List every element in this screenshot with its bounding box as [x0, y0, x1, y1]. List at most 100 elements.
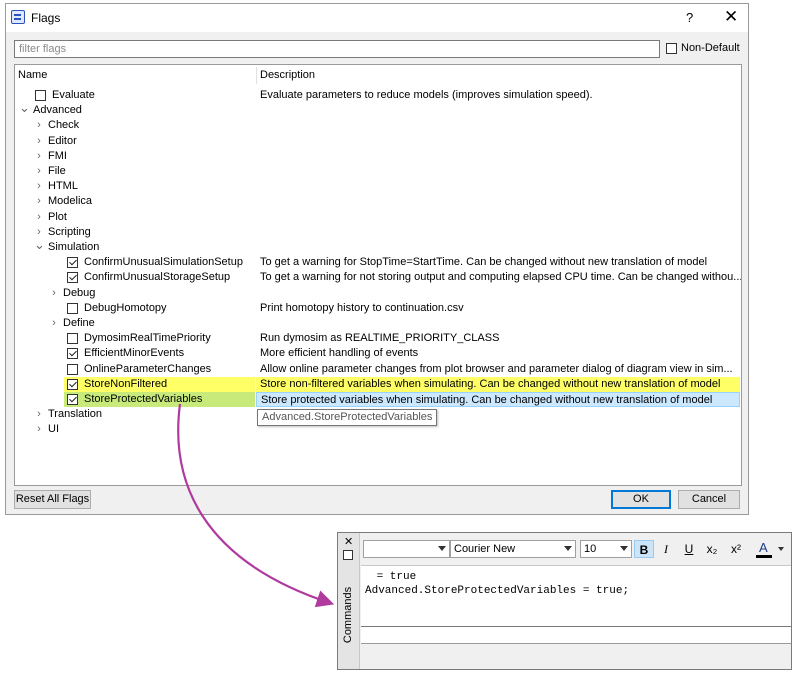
flag-checkbox[interactable] [67, 394, 78, 405]
bold-button[interactable]: B [634, 540, 654, 558]
tree-group-row[interactable]: › HTML [15, 179, 741, 194]
description-cell[interactable]: To get a warning for StopTime=StartTime.… [256, 255, 740, 270]
font-size-select[interactable]: 10 [580, 540, 632, 558]
italic-button[interactable]: I [656, 540, 676, 558]
ok-button[interactable]: OK [611, 490, 671, 509]
text-color-dropdown-icon[interactable] [778, 547, 784, 551]
chevron-down-icon[interactable]: ⌄ [34, 238, 45, 255]
tree-group-row[interactable]: › Scripting [15, 225, 741, 240]
close-icon[interactable]: ✕ [724, 7, 738, 27]
name-cell[interactable]: ⌄ Advanced [15, 101, 255, 118]
chevron-right-icon[interactable]: › [34, 210, 44, 225]
name-cell[interactable]: › HTML [15, 179, 255, 194]
tree-group-row[interactable]: › File [15, 164, 741, 179]
tree-flag-row[interactable]: OnlineParameterChanges Allow online param… [15, 362, 741, 377]
description-cell[interactable]: Allow online parameter changes from plot… [256, 362, 740, 377]
name-cell[interactable]: StoreNonFiltered [64, 376, 255, 392]
tree-group-row[interactable]: ⌄ Simulation [15, 238, 741, 255]
name-cell[interactable]: › Scripting [15, 225, 255, 240]
chevron-right-icon[interactable]: › [34, 179, 44, 194]
underline-button[interactable]: U [679, 540, 699, 558]
cancel-button[interactable]: Cancel [678, 490, 740, 509]
tree-group-row[interactable]: ⌄ Advanced [15, 101, 741, 118]
tree-flag-row[interactable]: DymosimRealTimePriority Run dymosim as RE… [15, 331, 741, 346]
column-divider[interactable] [256, 67, 257, 84]
command-output[interactable]: = true Advanced.StoreProtectedVariables … [361, 565, 791, 627]
chevron-right-icon[interactable]: › [34, 407, 44, 422]
tree-group-row[interactable]: › Editor [15, 134, 741, 149]
tree-flag-row[interactable]: StoreProtectedVariables Store protected v… [15, 392, 741, 407]
column-header-description[interactable]: Description [260, 69, 315, 81]
float-window-icon[interactable] [343, 550, 353, 560]
paragraph-style-select[interactable] [363, 540, 450, 558]
tree-flag-row[interactable]: DebugHomotopy Print homotopy history to c… [15, 301, 741, 316]
flag-checkbox[interactable] [67, 302, 78, 314]
flag-checkbox[interactable] [67, 348, 78, 360]
name-cell[interactable]: › Editor [15, 134, 255, 149]
command-input[interactable] [361, 627, 791, 644]
name-cell[interactable]: › UI [15, 422, 255, 437]
description-cell[interactable]: Print homotopy history to continuation.c… [256, 301, 740, 316]
tree-flag-row[interactable]: Evaluate Evaluate parameters to reduce mo… [15, 88, 741, 103]
non-default-check-box[interactable] [666, 43, 677, 54]
tree-flag-row[interactable]: ConfirmUnusualStorageSetup To get a warni… [15, 270, 741, 285]
description-cell[interactable]: To get a warning for not storing output … [256, 270, 741, 285]
name-cell[interactable]: ConfirmUnusualStorageSetup [15, 270, 255, 285]
filter-flags-input[interactable] [14, 40, 660, 58]
chevron-right-icon[interactable]: › [34, 118, 44, 133]
chevron-right-icon[interactable]: › [34, 422, 44, 437]
name-cell[interactable]: Evaluate [15, 88, 255, 103]
reset-all-flags-button[interactable]: Reset All Flags [14, 490, 91, 509]
name-cell[interactable]: OnlineParameterChanges [15, 362, 255, 377]
name-cell[interactable]: › File [15, 164, 255, 179]
name-cell[interactable]: › FMI [15, 149, 255, 164]
commands-tab[interactable]: Commands [339, 587, 358, 647]
name-cell[interactable]: › Debug [15, 286, 255, 301]
flag-checkbox[interactable] [67, 378, 78, 390]
name-cell[interactable]: ConfirmUnusualSimulationSetup [15, 255, 255, 270]
tree-group-row[interactable]: › Plot [15, 210, 741, 225]
tree-group-row[interactable]: › Check [15, 118, 741, 133]
name-cell[interactable]: › Plot [15, 210, 255, 225]
chevron-right-icon[interactable]: › [34, 149, 44, 164]
superscript-button[interactable]: x² [726, 540, 746, 558]
tree-flag-row[interactable]: StoreNonFiltered Store non-filtered varia… [15, 376, 741, 392]
tree-group-row[interactable]: › Modelica [15, 194, 741, 209]
subscript-button[interactable]: x₂ [702, 540, 722, 558]
text-color-button[interactable]: A [754, 540, 776, 558]
name-cell[interactable]: › Modelica [15, 194, 255, 209]
chevron-right-icon[interactable]: › [34, 134, 44, 149]
description-cell[interactable]: More efficient handling of events [256, 346, 740, 361]
name-cell[interactable]: EfficientMinorEvents [15, 346, 255, 361]
name-cell[interactable]: StoreProtectedVariables [64, 392, 255, 407]
flag-checkbox[interactable] [67, 257, 78, 269]
chevron-down-icon[interactable]: ⌄ [19, 101, 30, 118]
column-header-name[interactable]: Name [18, 69, 47, 81]
flag-checkbox[interactable] [67, 363, 78, 375]
flag-checkbox[interactable] [35, 90, 46, 101]
description-cell[interactable]: Evaluate parameters to reduce models (im… [256, 88, 740, 103]
chevron-right-icon[interactable]: › [34, 164, 44, 179]
description-cell[interactable]: Store protected variables when simulatin… [256, 392, 740, 407]
description-cell[interactable]: Run dymosim as REALTIME_PRIORITY_CLASS [256, 331, 740, 346]
name-cell[interactable]: DebugHomotopy [15, 301, 255, 316]
tree-flag-row[interactable]: ConfirmUnusualSimulationSetup To get a wa… [15, 255, 741, 270]
name-cell[interactable]: › Translation [15, 407, 255, 422]
name-cell[interactable]: ⌄ Simulation [15, 238, 255, 255]
close-icon[interactable]: ✕ [344, 535, 353, 548]
name-cell[interactable]: › Define [15, 316, 255, 331]
help-button[interactable]: ? [686, 10, 693, 25]
chevron-right-icon[interactable]: › [49, 286, 59, 301]
chevron-right-icon[interactable]: › [49, 316, 59, 331]
tree-group-row[interactable]: › Define [15, 316, 741, 331]
name-cell[interactable]: › Check [15, 118, 255, 133]
font-family-select[interactable]: Courier New [450, 540, 576, 558]
chevron-right-icon[interactable]: › [34, 194, 44, 209]
tree-flag-row[interactable]: EfficientMinorEvents More efficient handl… [15, 346, 741, 361]
flag-checkbox[interactable] [67, 272, 78, 284]
name-cell[interactable]: DymosimRealTimePriority [15, 331, 255, 346]
tree-group-row[interactable]: › Debug [15, 286, 741, 301]
description-cell[interactable]: Store non-filtered variables when simula… [256, 376, 740, 392]
flag-checkbox[interactable] [67, 333, 78, 345]
tree-group-row[interactable]: › FMI [15, 149, 741, 164]
